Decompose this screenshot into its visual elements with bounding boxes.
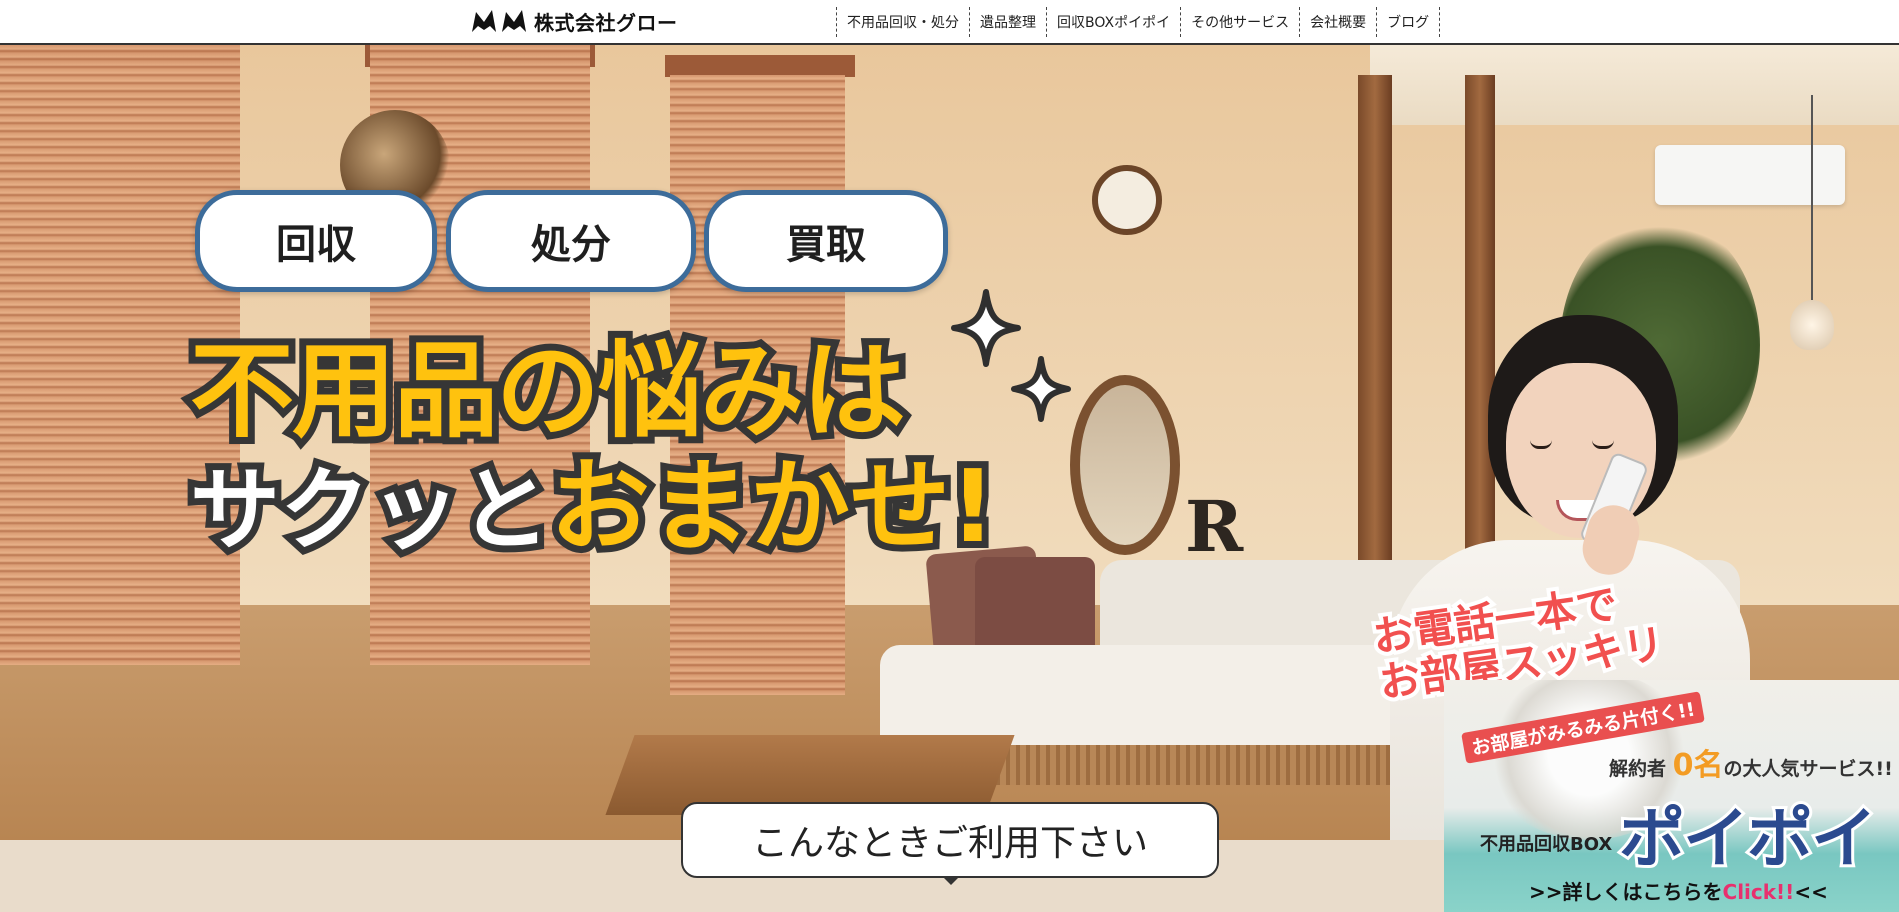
logo-mark-icon (470, 8, 528, 34)
chevron-down-icon (942, 876, 960, 885)
banner-sub-number: 0名 (1672, 748, 1724, 783)
service-pill-disposal[interactable]: 処分 (446, 190, 696, 292)
nav-item-estate-cleanup[interactable]: 遺品整理 (969, 7, 1046, 37)
service-pill-purchase[interactable]: 買取 (704, 190, 948, 292)
site-header: 株式会社グロー 不用品回収・処分 遺品整理 回収BOXポイポイ その他サービス … (0, 0, 1899, 45)
nav-item-blog[interactable]: ブログ (1376, 7, 1441, 37)
banner-link-suffix: << (1794, 880, 1828, 904)
hero-headline-white: サクッと (183, 451, 557, 570)
nav-item-poipoi-box[interactable]: 回収BOXポイポイ (1046, 7, 1180, 37)
sparkle-small-icon (1011, 356, 1071, 422)
banner-label: 不用品回収BOX (1480, 834, 1613, 855)
nav-item-company[interactable]: 会社概要 (1299, 7, 1376, 37)
poipoi-banner[interactable]: お部屋がみるみる片付く!! 解約者 0名の大人気サービス!! 不用品回収BOX … (1444, 680, 1899, 912)
company-name: 株式会社グロー (534, 10, 678, 35)
banner-sub-prefix: 解約者 (1609, 758, 1667, 780)
banner-link-click: Click!! (1722, 880, 1795, 904)
banner-sub-suffix: の大人気サービス!! (1723, 758, 1893, 780)
wall-clock-icon (1092, 165, 1162, 235)
usage-cta-button[interactable]: こんなときご利用下さい (681, 802, 1219, 878)
nav-item-other-services[interactable]: その他サービス (1180, 7, 1299, 37)
hero-headline-line2: サクッとおまかせ! (183, 425, 1003, 572)
service-pill-collection[interactable]: 回収 (195, 190, 437, 292)
nav-item-disposal[interactable]: 不用品回収・処分 (836, 7, 969, 37)
banner-subtitle: 解約者 0名の大人気サービス!! (1609, 740, 1893, 784)
main-nav: 不用品回収・処分 遺品整理 回収BOXポイポイ その他サービス 会社概要 ブログ (836, 6, 1441, 38)
logo[interactable]: 株式会社グロー (470, 6, 678, 36)
hero-headline-yellow: おまかせ! (543, 441, 1003, 572)
banner-details-link[interactable]: >>詳しくはこちらをClick!!<< (1529, 876, 1828, 905)
banner-title: ポイポイ (1616, 797, 1880, 880)
banner-link-prefix: >>詳しくはこちらを (1529, 880, 1723, 904)
